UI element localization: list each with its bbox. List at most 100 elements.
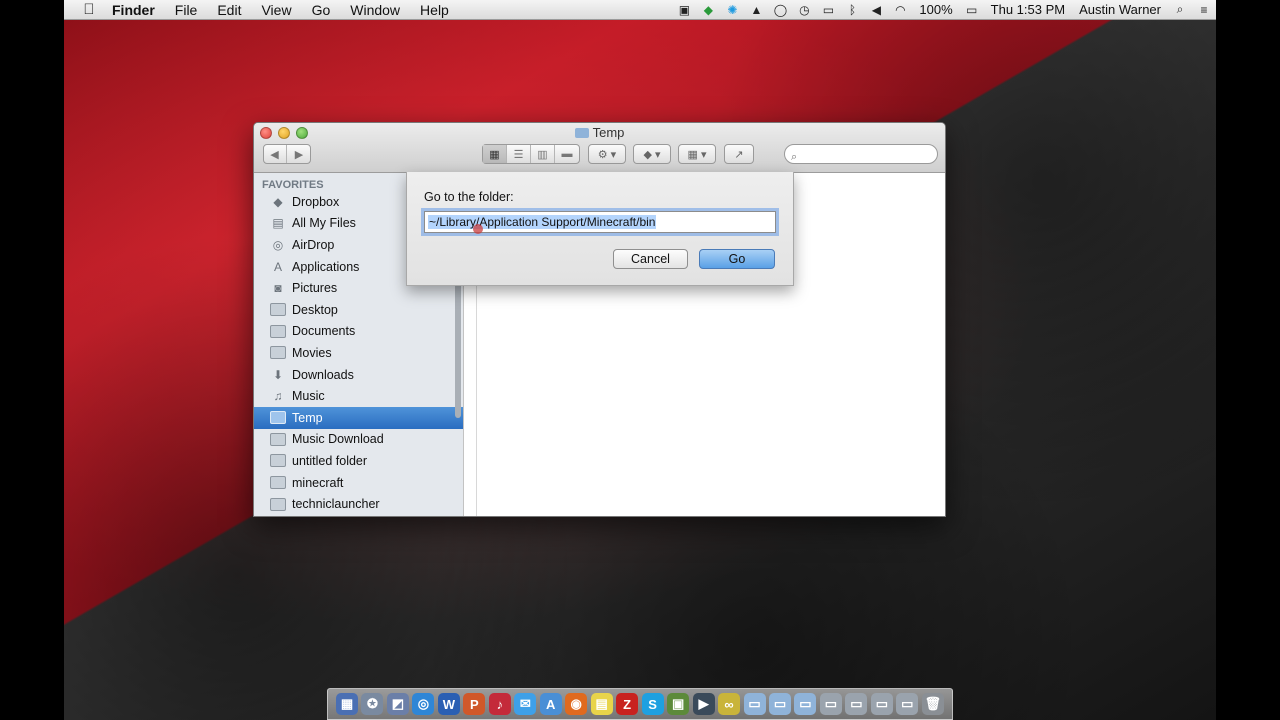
- launchpad-icon[interactable]: ▦: [336, 693, 358, 715]
- sidebar-item-downloads[interactable]: ⬇ Downloads: [254, 364, 463, 386]
- sidebar-item-label: Documents: [292, 324, 356, 339]
- menu-file[interactable]: File: [165, 0, 208, 20]
- document-icon: [270, 324, 286, 338]
- volume-icon[interactable]: ◀: [865, 3, 887, 17]
- arrange-button[interactable]: ▦ ▾: [678, 144, 716, 164]
- music-note-icon: ♫: [273, 389, 283, 404]
- go-button[interactable]: Go: [699, 249, 775, 269]
- folder-icon: [270, 454, 286, 468]
- safari-icon[interactable]: ◎: [412, 693, 435, 715]
- bluetooth-icon[interactable]: ᛒ: [841, 3, 863, 17]
- download-icon: ⬇: [272, 367, 284, 382]
- messages-icon[interactable]: ✉: [514, 693, 537, 715]
- all-files-icon: ▤: [272, 216, 284, 231]
- mouse-cursor-icon: [473, 224, 483, 234]
- wifi-icon[interactable]: ◠: [889, 3, 911, 17]
- sidebar-item-techniclauncher[interactable]: techniclauncher: [254, 493, 463, 515]
- stack-icon[interactable]: ▭: [896, 693, 919, 715]
- firefox-icon[interactable]: ◉: [565, 693, 588, 715]
- back-button[interactable]: ◀: [263, 145, 287, 163]
- battery-percent[interactable]: 100%: [912, 0, 959, 20]
- spotlight-search-icon[interactable]: ⌕: [1169, 2, 1191, 17]
- minecraft-icon[interactable]: ▣: [667, 693, 690, 715]
- stack-icon[interactable]: ▭: [819, 693, 842, 715]
- search-icon: ⌕: [791, 151, 798, 163]
- itunes-icon[interactable]: ♪: [488, 693, 511, 715]
- folder-icon: [270, 411, 286, 425]
- user-name[interactable]: Austin Warner: [1072, 0, 1168, 20]
- sidebar-item-documents[interactable]: Documents: [254, 321, 463, 343]
- go-to-folder-sheet: Go to the folder: ~/Library/Application …: [406, 172, 794, 286]
- stickies-icon[interactable]: ▤: [590, 693, 613, 715]
- clock[interactable]: Thu 1:53 PM: [984, 0, 1072, 20]
- notification-center-icon[interactable]: ≡: [1193, 3, 1215, 17]
- go-to-folder-label: Go to the folder:: [424, 190, 514, 204]
- cancel-button[interactable]: Cancel: [613, 249, 688, 269]
- documents-folder-icon[interactable]: ▭: [768, 693, 791, 715]
- sidebar-item-label: techniclauncher: [292, 497, 380, 512]
- skype-icon[interactable]: ✺: [721, 3, 743, 17]
- sidebar-item-label: Movies: [292, 345, 332, 360]
- camera-icon[interactable]: ▣: [673, 3, 695, 17]
- forward-button[interactable]: ▶: [287, 145, 311, 163]
- sidebar-item-label: Downloads: [292, 367, 354, 382]
- window-title: Temp: [254, 125, 945, 140]
- sidebar-item-minecraft[interactable]: minecraft: [254, 472, 463, 494]
- sidebar-item-label: Dropbox: [292, 194, 340, 209]
- stack-icon[interactable]: ▭: [870, 693, 893, 715]
- trash-icon[interactable]: 🗑: [921, 693, 944, 715]
- list-view-button[interactable]: ☰: [507, 145, 531, 163]
- applications-folder-icon[interactable]: ▭: [743, 693, 766, 715]
- skype-icon[interactable]: S: [641, 693, 664, 715]
- apple-menu-icon[interactable]: : [76, 1, 102, 18]
- video-editor-icon[interactable]: ▶: [692, 693, 715, 715]
- letterbox-left: [0, 0, 64, 720]
- sidebar-item-label: Pictures: [292, 281, 338, 296]
- sidebar-item-desktop[interactable]: Desktop: [254, 299, 463, 321]
- folder-icon: [574, 128, 589, 138]
- sidebar-item-untitled-folder[interactable]: untitled folder: [254, 450, 463, 472]
- app-store-icon[interactable]: A: [539, 693, 562, 715]
- stack-icon[interactable]: ▭: [845, 693, 868, 715]
- icon-view-button[interactable]: ▦: [483, 145, 507, 163]
- downloads-folder-icon[interactable]: ▭: [794, 693, 817, 715]
- sidebar-item-label: All My Files: [292, 216, 356, 231]
- dock: ▦ ✪ ◩ ◎ W P ♪ ✉ A ◉ ▤ Z S ▣ ▶ ∞ ▭ ▭ ▭ ▭ ▭ ▭ ▭ 🗑: [327, 688, 953, 720]
- sidebar-item-label: untitled folder: [292, 453, 368, 468]
- share-button[interactable]: ↗: [724, 144, 754, 164]
- gear-icon: ⚙ ▾: [597, 148, 617, 161]
- evernote-icon[interactable]: ◆: [697, 3, 719, 17]
- menu-view[interactable]: View: [251, 0, 301, 20]
- menu-finder[interactable]: Finder: [102, 0, 165, 20]
- filezilla-icon[interactable]: Z: [616, 693, 639, 715]
- menu-go[interactable]: Go: [302, 0, 341, 20]
- action-menu-button[interactable]: ⚙ ▾: [588, 144, 626, 164]
- sidebar-item-label: AirDrop: [292, 237, 335, 252]
- chat-bubble-icon[interactable]: ◯: [769, 3, 791, 17]
- dropbox-toolbar-button[interactable]: ◆ ▾: [633, 144, 671, 164]
- view-mode-segmented: ▦ ☰ ▥ ▬: [482, 144, 580, 164]
- battery-icon[interactable]: ▭: [961, 3, 983, 17]
- menu-edit[interactable]: Edit: [207, 0, 251, 20]
- time-machine-icon[interactable]: ◷: [793, 3, 815, 17]
- preview-icon[interactable]: ◩: [386, 693, 409, 715]
- column-view-button[interactable]: ▥: [531, 145, 555, 163]
- powerpoint-icon[interactable]: P: [463, 693, 486, 715]
- bell-icon[interactable]: ▲: [745, 3, 767, 17]
- sidebar-item-music[interactable]: ♫ Music: [254, 385, 463, 407]
- sidebar-item-music-download[interactable]: Music Download: [254, 429, 463, 451]
- cover-flow-button[interactable]: ▬: [555, 145, 579, 163]
- webex-icon[interactable]: ∞: [718, 693, 741, 715]
- back-forward-buttons: ◀ ▶: [263, 144, 311, 164]
- menu-window[interactable]: Window: [340, 0, 410, 20]
- safari-compass-icon[interactable]: ✪: [361, 693, 384, 715]
- search-field[interactable]: ⌕: [784, 144, 938, 164]
- applications-icon: A: [273, 259, 282, 274]
- menu-help[interactable]: Help: [410, 0, 459, 20]
- sidebar-item-temp[interactable]: Temp: [254, 406, 463, 429]
- display-icon[interactable]: ▭: [817, 3, 839, 17]
- folder-icon: [270, 432, 286, 446]
- word-icon[interactable]: W: [437, 693, 460, 715]
- desktop-icon: [270, 303, 286, 317]
- sidebar-item-movies[interactable]: Movies: [254, 342, 463, 364]
